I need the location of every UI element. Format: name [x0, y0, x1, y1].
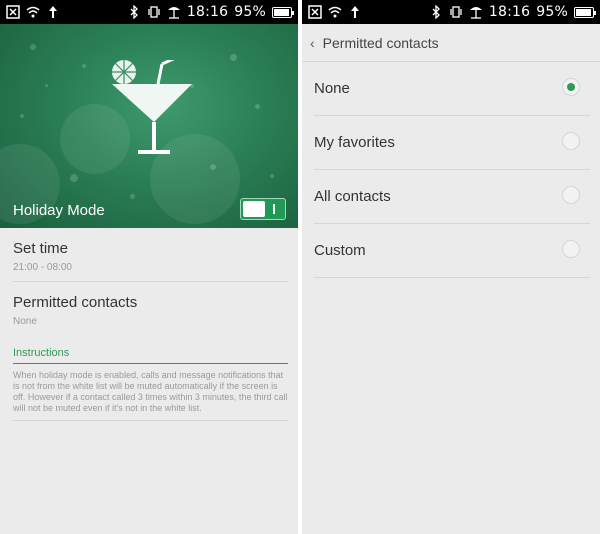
permitted-contacts-screen: 18:16 95% ‹ Permitted contacts None My f…: [302, 0, 600, 534]
battery-percent: 95%: [536, 4, 568, 20]
status-bar: 18:16 95%: [0, 0, 298, 24]
notification-icon: [6, 5, 20, 19]
radio-custom[interactable]: [562, 240, 580, 258]
vibrate-icon: [449, 5, 463, 19]
permitted-contacts-title: Permitted contacts: [13, 294, 138, 311]
battery-percent: 95%: [234, 4, 266, 20]
app-bar: ‹ Permitted contacts: [302, 24, 600, 62]
holiday-mode-title: Holiday Mode: [13, 202, 105, 219]
option-label: All contacts: [314, 188, 391, 205]
upload-icon: [46, 5, 60, 19]
notification-icon: [308, 5, 322, 19]
battery-icon: [272, 6, 294, 18]
holiday-mode-screen: 18:16 95% Holiday Mode Set time 21:00 - …: [0, 0, 298, 534]
permitted-contacts-row[interactable]: Permitted contacts None: [13, 294, 288, 336]
instructions-text: When holiday mode is enabled, calls and …: [13, 370, 288, 421]
option-custom[interactable]: Custom: [314, 224, 590, 278]
option-my-favorites[interactable]: My favorites: [314, 116, 590, 170]
holiday-icon: [469, 5, 483, 19]
radio-my-favorites[interactable]: [562, 132, 580, 150]
permitted-contacts-value: None: [13, 316, 37, 327]
instructions-heading: Instructions: [13, 347, 288, 364]
holiday-mode-banner: Holiday Mode: [0, 24, 298, 228]
battery-icon: [574, 6, 596, 18]
bluetooth-icon: [127, 4, 141, 20]
status-bar: 18:16 95%: [302, 0, 600, 24]
status-time: 18:16: [488, 4, 531, 20]
option-label: None: [314, 80, 350, 97]
holiday-icon: [167, 5, 181, 19]
wifi-icon: [328, 5, 342, 19]
radio-none[interactable]: [562, 78, 580, 96]
holiday-mode-toggle[interactable]: [240, 198, 286, 220]
vibrate-icon: [147, 5, 161, 19]
cocktail-icon: [112, 60, 192, 154]
back-arrow-icon[interactable]: ‹: [310, 35, 315, 51]
option-label: Custom: [314, 242, 366, 259]
bluetooth-icon: [429, 4, 443, 20]
radio-all-contacts[interactable]: [562, 186, 580, 204]
set-time-value: 21:00 - 08:00: [13, 262, 72, 273]
upload-icon: [348, 5, 362, 19]
wifi-icon: [26, 5, 40, 19]
option-none[interactable]: None: [314, 62, 590, 116]
set-time-row[interactable]: Set time 21:00 - 08:00: [13, 240, 288, 282]
status-time: 18:16: [186, 4, 229, 20]
option-all-contacts[interactable]: All contacts: [314, 170, 590, 224]
set-time-title: Set time: [13, 240, 69, 257]
page-title: Permitted contacts: [322, 34, 439, 51]
option-label: My favorites: [314, 134, 395, 151]
